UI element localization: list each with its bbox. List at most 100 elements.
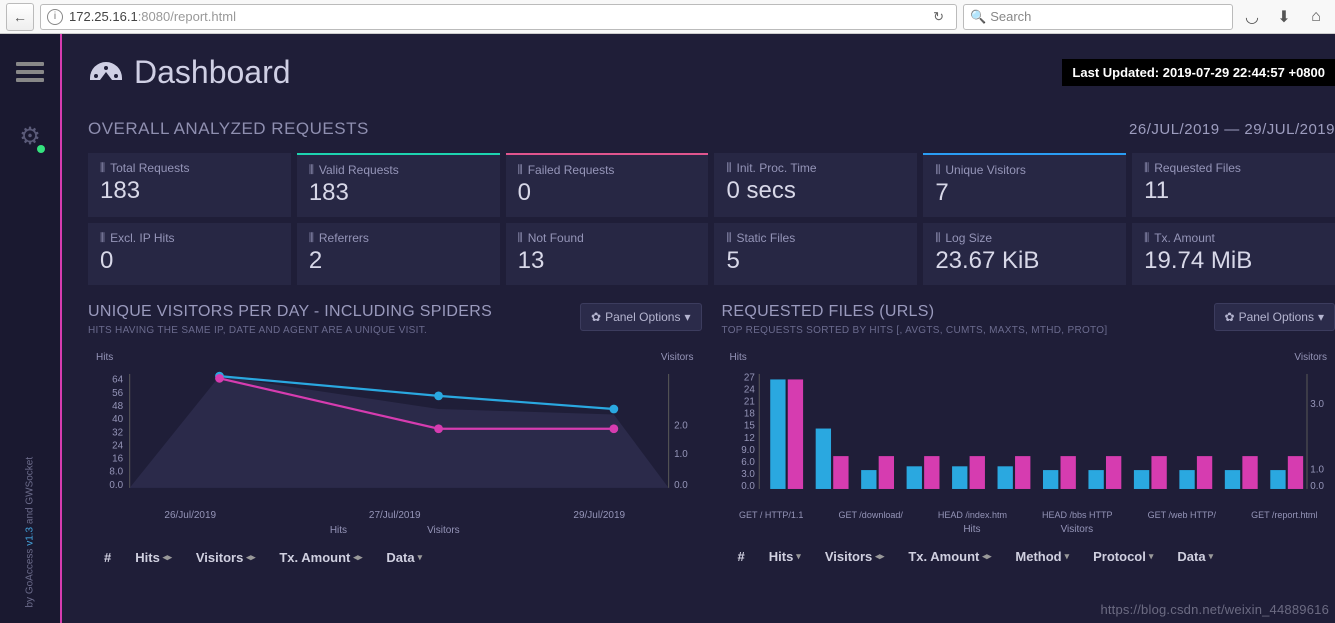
chart-icon: ⫼ (518, 164, 523, 177)
browser-bar: ← i 172.25.16.1:8080/report.html ↻ 🔍 Sea… (0, 0, 1335, 34)
svg-text:1.0: 1.0 (1310, 465, 1324, 476)
svg-text:1.0: 1.0 (674, 449, 688, 460)
header: Dashboard Last Updated: 2019-07-29 22:44… (88, 54, 1335, 91)
chart-icon: ⫼ (726, 232, 731, 245)
chart-icon: ⫼ (1144, 232, 1149, 245)
svg-text:24: 24 (743, 385, 754, 396)
stat-card: ⫼Tx. Amount19.74 MiB (1132, 223, 1335, 285)
col-hits[interactable]: Hits▾ (769, 549, 801, 564)
svg-text:21: 21 (743, 397, 754, 408)
panel-options-button[interactable]: ✿ Panel Options ▾ (1214, 303, 1335, 331)
col-tx[interactable]: Tx. Amount◂▸ (279, 550, 362, 565)
page-title: Dashboard (88, 54, 291, 91)
credits: by GoAccess v1.3 and GWSocket (25, 457, 36, 608)
col-index[interactable]: # (738, 549, 745, 564)
url-bar[interactable]: i 172.25.16.1:8080/report.html ↻ (40, 4, 957, 30)
stat-card: ⫼Requested Files11 (1132, 153, 1335, 217)
settings-icon[interactable]: ⚙ (19, 122, 41, 151)
svg-text:3.0: 3.0 (741, 469, 755, 480)
stat-card: ⫼Log Size23.67 KiB (923, 223, 1126, 285)
svg-text:56: 56 (112, 388, 123, 399)
stat-card: ⫼Referrers2 (297, 223, 500, 285)
bar-chart-svg: 272421 181512 9.06.03.00.0 3.01.00.0 (722, 363, 1335, 505)
svg-text:8.0: 8.0 (109, 467, 123, 478)
panel-options-button[interactable]: ✿ Panel Options ▾ (580, 303, 701, 331)
svg-text:27: 27 (743, 373, 754, 384)
svg-text:2.0: 2.0 (674, 421, 688, 432)
section-title: OVERALL ANALYZED REQUESTS (88, 119, 369, 139)
svg-text:3.0: 3.0 (1310, 399, 1324, 410)
section-head: OVERALL ANALYZED REQUESTS 26/JUL/2019 — … (88, 119, 1335, 139)
x-ticks: GET / HTTP/1.1GET /download/HEAD /index.… (722, 510, 1335, 520)
svg-text:18: 18 (743, 409, 754, 420)
stat-card: ⫼Valid Requests183 (297, 153, 500, 217)
chevron-down-icon: ▾ (684, 310, 690, 324)
col-method[interactable]: Method▾ (1015, 549, 1069, 564)
chart-icon: ⫼ (309, 232, 314, 245)
chart-icon: ⫼ (935, 232, 940, 245)
panels-row: UNIQUE VISITORS PER DAY - INCLUDING SPID… (88, 303, 1335, 565)
legend: Hits Visitors (88, 525, 702, 536)
stat-card: ⫼Unique Visitors7 (923, 153, 1126, 217)
panel-title: REQUESTED FILES (URLS) (722, 303, 1108, 321)
chart-icon: ⫼ (935, 164, 940, 177)
col-protocol[interactable]: Protocol▾ (1093, 549, 1153, 564)
svg-text:48: 48 (112, 401, 123, 412)
panel-unique-visitors: UNIQUE VISITORS PER DAY - INCLUDING SPID… (88, 303, 702, 565)
panel-title: UNIQUE VISITORS PER DAY - INCLUDING SPID… (88, 303, 492, 321)
stat-card: ⫼Failed Requests0 (506, 153, 709, 217)
col-data[interactable]: Data▾ (1177, 549, 1213, 564)
svg-text:9.0: 9.0 (741, 445, 755, 456)
back-button[interactable]: ← (6, 3, 34, 31)
date-range: 26/JUL/2019 — 29/JUL/2019 (1129, 121, 1335, 138)
col-visitors[interactable]: Visitors◂▸ (825, 549, 885, 564)
col-hits[interactable]: Hits◂▸ (135, 550, 172, 565)
svg-text:12: 12 (743, 433, 754, 444)
info-icon[interactable]: i (47, 9, 63, 25)
legend: Hits Visitors (722, 524, 1335, 535)
svg-text:0.0: 0.0 (741, 481, 755, 492)
bar-chart: Hits Visitors 272421 181512 9.06.03.00.0… (722, 352, 1335, 535)
col-visitors[interactable]: Visitors◂▸ (196, 550, 256, 565)
chart-icon: ⫼ (518, 232, 523, 245)
chart-icon: ⫼ (100, 232, 105, 245)
x-ticks: 26/Jul/2019 27/Jul/2019 29/Jul/2019 (88, 510, 702, 521)
stat-card: ⫼Not Found13 (506, 223, 709, 285)
search-placeholder: Search (990, 9, 1031, 24)
stat-card: ⫼Excl. IP Hits0 (88, 223, 291, 285)
svg-text:6.0: 6.0 (741, 457, 755, 468)
svg-text:64: 64 (112, 375, 123, 386)
dashboard-icon (88, 58, 124, 88)
main: Dashboard Last Updated: 2019-07-29 22:44… (62, 34, 1335, 623)
menu-icon[interactable] (16, 62, 44, 82)
download-icon[interactable]: ⬇ (1271, 7, 1297, 27)
stat-card: ⫼Total Requests183 (88, 153, 291, 217)
col-index[interactable]: # (104, 550, 111, 565)
pocket-icon[interactable]: ◡ (1239, 7, 1265, 27)
chart-icon: ⫼ (1144, 162, 1149, 175)
col-data[interactable]: Data▾ (386, 550, 422, 565)
chevron-down-icon: ▾ (1318, 310, 1324, 324)
home-icon[interactable]: ⌂ (1303, 8, 1329, 26)
app: ⚙ by GoAccess v1.3 and GWSocket Dashboar… (0, 34, 1335, 623)
url-rest: :8080/report.html (138, 9, 236, 24)
col-tx[interactable]: Tx. Amount◂▸ (908, 549, 991, 564)
reload-icon[interactable]: ↻ (927, 9, 950, 25)
panel-requested-files: REQUESTED FILES (URLS) TOP REQUESTS SORT… (722, 303, 1335, 565)
last-updated: Last Updated: 2019-07-29 22:44:57 +0800 (1062, 59, 1335, 86)
svg-text:0.0: 0.0 (1310, 481, 1324, 492)
watermark: https://blog.csdn.net/weixin_44889616 (1100, 602, 1329, 617)
line-chart: Hits Visitors 645648 403224 168.00.0 2.0… (88, 352, 702, 536)
chart-icon: ⫼ (726, 162, 731, 175)
stat-card: ⫼Init. Proc. Time0 secs (714, 153, 917, 217)
stats-row-1: ⫼Total Requests183⫼Valid Requests183⫼Fai… (88, 153, 1335, 217)
svg-text:24: 24 (112, 440, 123, 451)
svg-text:0.0: 0.0 (674, 480, 688, 491)
line-chart-svg: 645648 403224 168.00.0 2.01.00.0 (88, 363, 702, 505)
svg-text:32: 32 (112, 427, 123, 438)
stats-row-2: ⫼Excl. IP Hits0⫼Referrers2⫼Not Found13⫼S… (88, 223, 1335, 285)
stat-card: ⫼Static Files5 (714, 223, 917, 285)
search-bar[interactable]: 🔍 Search (963, 4, 1233, 30)
panel-subtitle: TOP REQUESTS SORTED BY HITS [, AVGTS, CU… (722, 325, 1108, 336)
url-host: 172.25.16.1 (69, 9, 138, 24)
